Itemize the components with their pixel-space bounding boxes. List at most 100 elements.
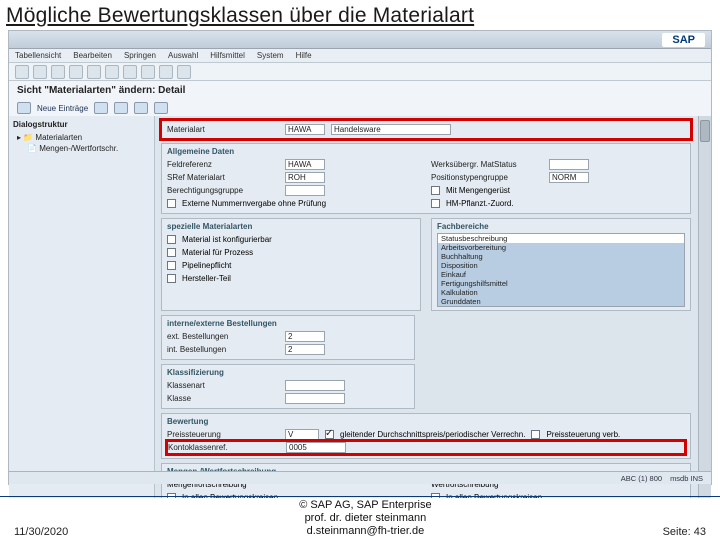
- menu-item[interactable]: Hilfsmittel: [210, 51, 245, 60]
- field[interactable]: NORM: [549, 172, 589, 183]
- menu-item[interactable]: Springen: [124, 51, 156, 60]
- slide-title: Mögliche Bewertungsklassen über die Mate…: [0, 0, 720, 30]
- field[interactable]: [285, 185, 325, 196]
- sub-toolbar: Neue Einträge: [9, 100, 711, 116]
- menu-item[interactable]: Hilfe: [296, 51, 312, 60]
- toolbar-icon[interactable]: [134, 102, 148, 114]
- slide-footer: 11/30/2020 © SAP AG, SAP Enterprise prof…: [0, 496, 720, 538]
- nav-item-mengen[interactable]: 📄 Mengen-/Wertfortschr.: [13, 143, 150, 154]
- list-item[interactable]: Fertigungshilfsmittel: [438, 279, 684, 288]
- checkbox[interactable]: [167, 199, 176, 208]
- bewertung-group: Bewertung Preissteuerung V gleitender Du…: [161, 413, 691, 459]
- lbl: Preissteuerung: [167, 430, 279, 439]
- toolbar-icon[interactable]: [154, 102, 168, 114]
- checkbox[interactable]: [531, 430, 540, 439]
- lbl: Hersteller-Teil: [182, 274, 231, 283]
- lbl: HM-Pflanzt.-Zuord.: [446, 199, 514, 208]
- checkbox[interactable]: [431, 186, 440, 195]
- list-item[interactable]: Buchhaltung: [438, 252, 684, 261]
- field[interactable]: [549, 159, 589, 170]
- nav-item-materialarten[interactable]: ▸ 📁 Materialarten: [13, 132, 150, 143]
- list-item[interactable]: Lager: [438, 306, 684, 307]
- fachbereiche-group: Fachbereiche Statusbeschreibung Arbeitsv…: [431, 218, 691, 311]
- main-area: Materialart HAWA Handelsware Allgemeine …: [155, 116, 711, 498]
- list-item[interactable]: Kalkulation: [438, 288, 684, 297]
- general-group: Allgemeine Daten FeldreferenzHAWA SRef M…: [161, 143, 691, 214]
- lbl: Positionstypengruppe: [431, 173, 543, 182]
- sap-menubar[interactable]: Tabellensicht Bearbeiten Springen Auswah…: [9, 49, 711, 63]
- group-title: interne/externe Bestellungen: [167, 319, 409, 328]
- lbl: Preissteuerung verb.: [546, 430, 620, 439]
- sub-toolbar-label[interactable]: Neue Einträge: [37, 104, 88, 113]
- toolbar-button[interactable]: [51, 65, 65, 79]
- checkbox[interactable]: [167, 248, 176, 257]
- toolbar-button[interactable]: [87, 65, 101, 79]
- toolbar-button[interactable]: [15, 65, 29, 79]
- group-title: spezielle Materialarten: [167, 222, 415, 231]
- field[interactable]: [285, 393, 345, 404]
- statusbar: ABC (1) 800 msdb INS: [9, 471, 711, 484]
- field[interactable]: 2: [285, 344, 325, 355]
- field[interactable]: V: [285, 429, 319, 440]
- checkbox[interactable]: [167, 274, 176, 283]
- lbl: Feldreferenz: [167, 160, 279, 169]
- status-client: ABC (1) 800: [621, 474, 662, 483]
- footer-copyright: © SAP AG, SAP Enterprise: [299, 499, 431, 512]
- menu-item[interactable]: Bearbeiten: [73, 51, 112, 60]
- list-item[interactable]: Disposition: [438, 261, 684, 270]
- lbl: Externe Nummernvergabe ohne Prüfung: [182, 199, 326, 208]
- toolbar-button[interactable]: [177, 65, 191, 79]
- klass-group: Klassifizierung Klassenart Klasse: [161, 364, 415, 409]
- field-kontoklassenref[interactable]: 0005: [286, 442, 346, 453]
- field[interactable]: ROH: [285, 172, 325, 183]
- list-item[interactable]: Statusbeschreibung: [438, 234, 684, 243]
- lbl: Material ist konfigurierbar: [182, 235, 272, 244]
- checkbox[interactable]: [431, 199, 440, 208]
- field[interactable]: HAWA: [285, 159, 325, 170]
- label-materialart: Materialart: [167, 125, 279, 134]
- nav-expand-icon[interactable]: [17, 102, 31, 114]
- checkbox[interactable]: [167, 235, 176, 244]
- list-item[interactable]: Arbeitsvorbereitung: [438, 243, 684, 252]
- lbl: Werksübergr. MatStatus: [431, 160, 543, 169]
- menu-item[interactable]: Auswahl: [168, 51, 198, 60]
- radio[interactable]: [325, 430, 334, 439]
- lbl: Klasse: [167, 394, 279, 403]
- status-mode: msdb INS: [670, 474, 703, 483]
- lbl: Pipelinepflicht: [182, 261, 231, 270]
- toolbar-button[interactable]: [159, 65, 173, 79]
- materialart-group: Materialart HAWA Handelsware: [161, 120, 691, 139]
- footer-author: prof. dr. dieter steinmann: [299, 512, 431, 525]
- field[interactable]: 2: [285, 331, 325, 342]
- toolbar-button[interactable]: [33, 65, 47, 79]
- scrollbar-vertical[interactable]: [698, 116, 711, 498]
- field-materialart[interactable]: HAWA: [285, 124, 325, 135]
- scroll-thumb[interactable]: [700, 120, 710, 142]
- toolbar-icon[interactable]: [94, 102, 108, 114]
- list-item[interactable]: Grunddaten: [438, 297, 684, 306]
- sap-logo: SAP: [662, 33, 705, 47]
- lbl: gleitender Durchschnittspreis/periodisch…: [340, 430, 525, 439]
- menu-item[interactable]: System: [257, 51, 284, 60]
- lbl: Berechtigungsgruppe: [167, 186, 279, 195]
- toolbar-icon[interactable]: [114, 102, 128, 114]
- toolbar-button[interactable]: [141, 65, 155, 79]
- nav-header: Dialogstruktur: [13, 120, 150, 129]
- field[interactable]: [285, 380, 345, 391]
- sap-toolbar: [9, 63, 711, 81]
- list-item[interactable]: Einkauf: [438, 270, 684, 279]
- screen-title: Sicht "Materialarten" ändern: Detail: [9, 81, 711, 100]
- toolbar-button[interactable]: [123, 65, 137, 79]
- bestellungen-group: interne/externe Bestellungen ext. Bestel…: [161, 315, 415, 360]
- special-types-group: spezielle Materialarten Material ist kon…: [161, 218, 421, 311]
- lbl: int. Bestellungen: [167, 345, 279, 354]
- group-title: Klassifizierung: [167, 368, 409, 377]
- lbl: SRef Materialart: [167, 173, 279, 182]
- checkbox[interactable]: [167, 261, 176, 270]
- toolbar-button[interactable]: [105, 65, 119, 79]
- footer-date: 11/30/2020: [14, 526, 68, 538]
- toolbar-button[interactable]: [69, 65, 83, 79]
- sap-window: SAP Tabellensicht Bearbeiten Springen Au…: [8, 30, 712, 485]
- menu-item[interactable]: Tabellensicht: [15, 51, 61, 60]
- fachbereiche-listbox[interactable]: Statusbeschreibung Arbeitsvorbereitung B…: [437, 233, 685, 307]
